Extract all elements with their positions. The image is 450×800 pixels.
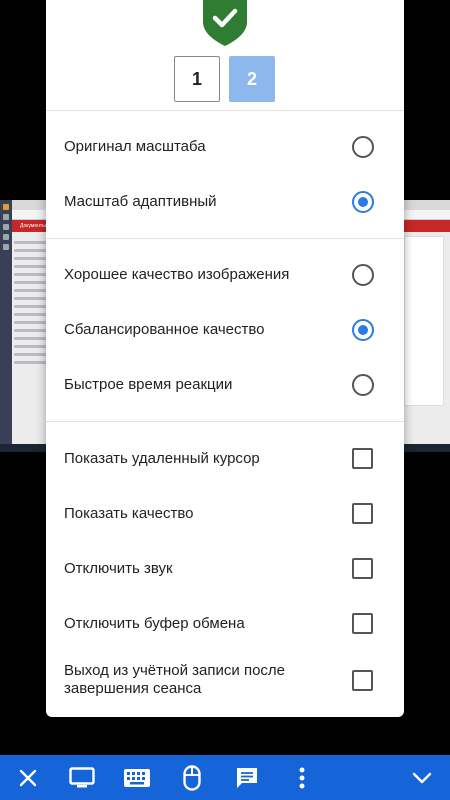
checkbox[interactable]: [352, 613, 373, 634]
checkbox[interactable]: [352, 558, 373, 579]
quality-option-fast[interactable]: Быстрое время реакции: [46, 357, 404, 412]
radio-button-selected[interactable]: [352, 190, 374, 213]
divider: [46, 421, 404, 422]
option-label: Отключить буфер обмена: [64, 614, 245, 632]
mouse-button[interactable]: [172, 755, 212, 800]
checkbox[interactable]: [352, 503, 373, 524]
monitor-button[interactable]: [62, 755, 102, 800]
scale-option-adaptive[interactable]: Масштаб адаптивный: [46, 174, 404, 229]
toggle-show-remote-cursor[interactable]: Показать удаленный курсор: [46, 431, 404, 486]
remote-sidebar: [0, 200, 12, 452]
option-label: Отключить звук: [64, 559, 173, 577]
collapse-toolbar-button[interactable]: [402, 755, 442, 800]
session-settings-panel: 1 2 Оригинал масштаба Масштаб адаптивный…: [46, 0, 404, 717]
toggle-logout-after-session[interactable]: Выход из учётной записи после завершения…: [46, 651, 404, 709]
monitor-2-button[interactable]: 2: [229, 56, 275, 102]
session-toolbar: [0, 755, 450, 800]
keyboard-icon: [124, 768, 150, 787]
scale-option-original[interactable]: Оригинал масштаба: [46, 119, 404, 174]
monitor-icon: [69, 766, 95, 787]
mouse-icon: [183, 764, 201, 791]
radio-button[interactable]: [352, 135, 374, 158]
close-icon: [19, 769, 37, 786]
radio-button[interactable]: [352, 373, 374, 396]
option-label: Сбалансированное качество: [64, 320, 265, 338]
option-label: Выход из учётной записи после завершения…: [64, 662, 286, 697]
toggle-show-quality[interactable]: Показать качество: [46, 486, 404, 541]
keyboard-button[interactable]: [117, 755, 157, 800]
chevron-down-icon: [412, 772, 432, 783]
divider: [46, 110, 404, 111]
chat-button[interactable]: [227, 755, 267, 800]
option-label: Показать качество: [64, 504, 194, 522]
quality-option-balanced[interactable]: Сбалансированное качество: [46, 302, 404, 357]
option-label: Хорошее качество изображения: [64, 265, 290, 283]
divider: [46, 238, 404, 239]
checkbox[interactable]: [352, 448, 373, 469]
toggle-disable-clipboard[interactable]: Отключить буфер обмена: [46, 596, 404, 651]
option-label: Быстрое время реакции: [64, 375, 233, 393]
quality-option-high[interactable]: Хорошее качество изображения: [46, 247, 404, 302]
shield-check-icon: [203, 0, 247, 46]
monitor-selector: 1 2: [46, 56, 404, 102]
close-button[interactable]: [8, 755, 48, 800]
radio-button-selected[interactable]: [352, 318, 374, 341]
option-label: Оригинал масштаба: [64, 137, 206, 155]
monitor-1-button[interactable]: 1: [174, 56, 220, 102]
more-options-button[interactable]: [282, 755, 322, 800]
option-label: Масштаб адаптивный: [64, 192, 217, 210]
more-vert-icon: [299, 767, 305, 788]
toggle-mute-sound[interactable]: Отключить звук: [46, 541, 404, 596]
chat-icon: [237, 767, 257, 788]
checkbox[interactable]: [352, 669, 373, 691]
option-label: Показать удаленный курсор: [64, 449, 260, 467]
remote-panel: [404, 236, 444, 406]
radio-button[interactable]: [352, 263, 374, 286]
